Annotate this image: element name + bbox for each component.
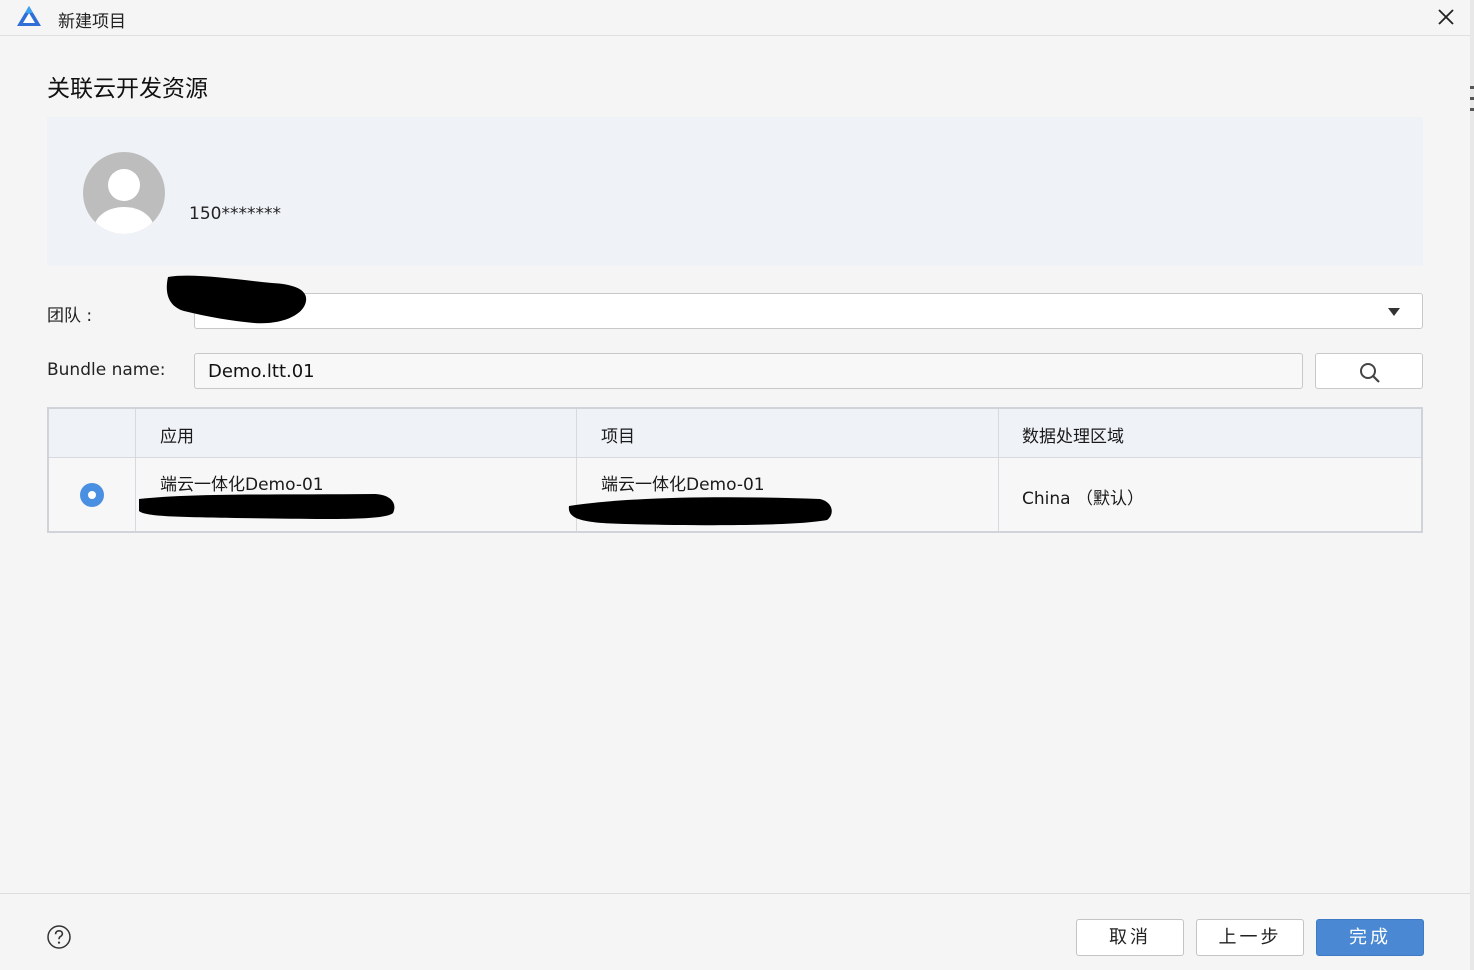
row-select-radio[interactable] <box>80 483 104 507</box>
bundle-name-input[interactable] <box>194 353 1303 389</box>
bundle-name-label: Bundle name: <box>47 360 166 380</box>
cancel-button[interactable]: 取消 <box>1076 919 1184 956</box>
search-button[interactable] <box>1315 353 1423 389</box>
team-select[interactable] <box>194 293 1423 329</box>
finish-button[interactable]: 完成 <box>1316 919 1424 956</box>
back-button[interactable]: 上一步 <box>1196 919 1304 956</box>
chevron-down-icon[interactable] <box>1388 308 1400 316</box>
help-icon[interactable] <box>47 925 71 949</box>
column-header-project[interactable]: 项目 <box>601 422 635 447</box>
project-table: 应用 项目 数据处理区域 端云一体化Demo-01 端云一体化Demo-01 C… <box>47 407 1423 533</box>
app-logo-icon <box>17 6 41 26</box>
team-value-redaction <box>166 275 307 324</box>
row-region: China （默认） <box>1022 489 1144 509</box>
window-edge <box>1470 0 1474 970</box>
account-name: 150******* <box>189 204 281 224</box>
column-header-app[interactable]: 应用 <box>160 422 194 447</box>
table-header <box>49 409 1421 458</box>
resize-grip-icon[interactable] <box>1470 86 1474 112</box>
project-id-redaction <box>568 497 832 526</box>
title-bar: 新建项目 <box>0 0 1474 36</box>
close-icon[interactable] <box>1432 3 1460 31</box>
window-title: 新建项目 <box>58 12 126 32</box>
column-header-region[interactable]: 数据处理区域 <box>1022 422 1124 447</box>
team-label: 团队 : <box>47 306 93 326</box>
avatar-icon <box>83 152 165 234</box>
row-project-name: 端云一体化Demo-01 <box>601 475 765 495</box>
account-panel: 150******* <box>47 117 1423 266</box>
column-divider <box>998 409 999 531</box>
search-icon <box>1360 363 1380 383</box>
app-id-redaction <box>139 494 395 519</box>
section-title: 关联云开发资源 <box>47 76 208 102</box>
footer-divider <box>0 893 1470 894</box>
